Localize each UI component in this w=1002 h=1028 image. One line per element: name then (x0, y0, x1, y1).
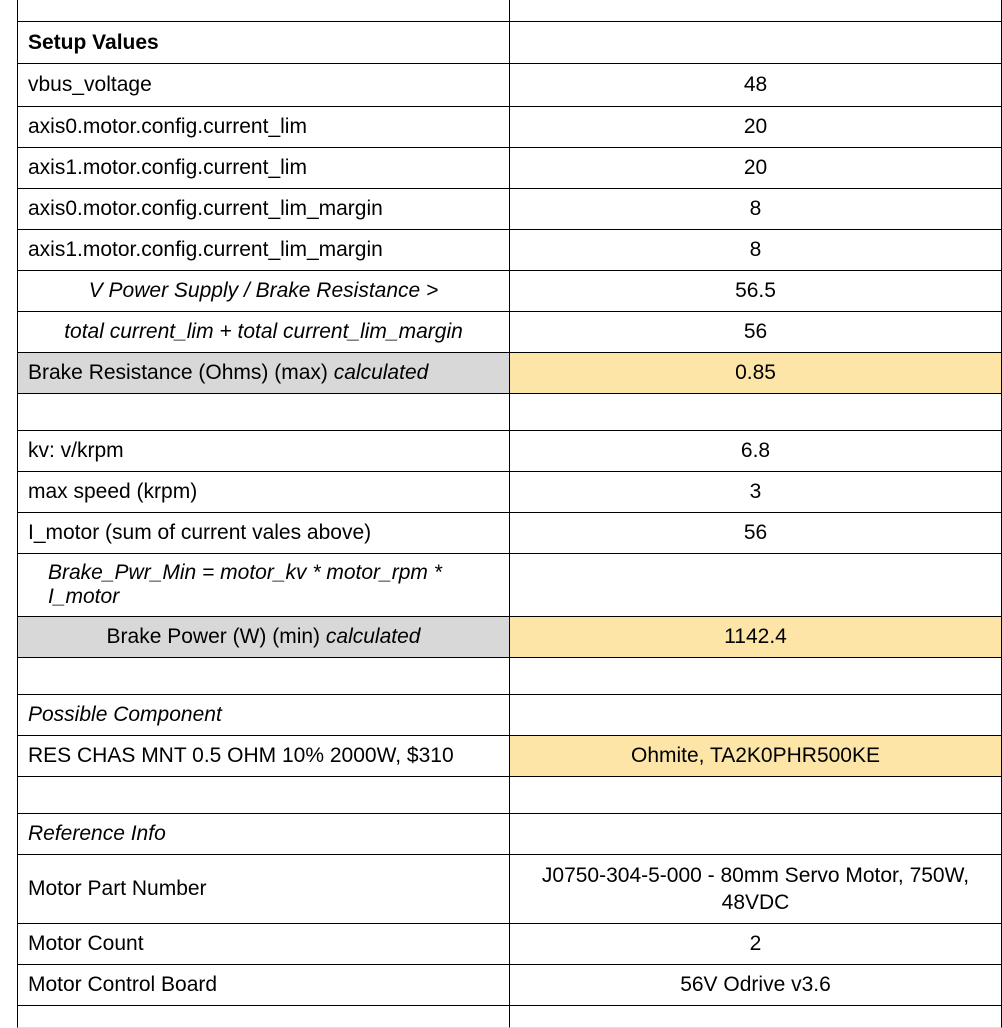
axis0-current-lim-margin-value-cell[interactable]: 8 (509, 188, 1002, 230)
vbus-voltage-value: 48 (744, 73, 767, 97)
vps-brake-label: V Power Supply / Brake Resistance > (89, 279, 439, 303)
brake-resistance-value-cell[interactable]: 0.85 (509, 352, 1002, 394)
setup-values-label: Setup Values (28, 29, 159, 56)
axis1-current-lim-margin-label-cell[interactable]: axis1.motor.config.current_lim_margin (17, 229, 510, 271)
cell-empty[interactable] (17, 1005, 510, 1028)
total-current-label: total current_lim + total current_lim_ma… (64, 320, 463, 344)
vps-brake-value: 56.5 (735, 279, 776, 303)
total-current-value-cell[interactable]: 56 (509, 311, 1002, 353)
brake-pwr-formula: Brake_Pwr_Min = motor_kv * motor_rpm * I… (48, 561, 499, 609)
total-current-label-cell[interactable]: total current_lim + total current_lim_ma… (17, 311, 510, 353)
brake-pwr-formula-cell[interactable]: Brake_Pwr_Min = motor_kv * motor_rpm * I… (17, 553, 510, 617)
component-part: Ohmite, TA2K0PHR500KE (631, 744, 880, 768)
axis1-current-lim-value-cell[interactable]: 20 (509, 147, 1002, 189)
vps-brake-value-cell[interactable]: 56.5 (509, 270, 1002, 312)
brake-resistance-value: 0.85 (735, 361, 776, 385)
cell-empty[interactable] (509, 21, 1002, 64)
axis0-current-lim-value: 20 (744, 115, 767, 139)
spacer-cell[interactable] (17, 776, 510, 814)
max-speed-label-cell[interactable]: max speed (krpm) (17, 471, 510, 513)
axis0-current-lim-margin-label: axis0.motor.config.current_lim_margin (28, 197, 383, 221)
brake-power-label-cell[interactable]: Brake Power (W) (min) calculated (17, 616, 510, 658)
i-motor-label: I_motor (sum of current vales above) (28, 521, 371, 545)
total-current-value: 56 (744, 320, 767, 344)
axis1-current-lim-value: 20 (744, 156, 767, 180)
possible-component-header: Possible Component (28, 703, 222, 727)
axis0-current-lim-label-cell[interactable]: axis0.motor.config.current_lim (17, 106, 510, 148)
component-part-cell[interactable]: Ohmite, TA2K0PHR500KE (509, 735, 1002, 777)
axis1-current-lim-label-cell[interactable]: axis1.motor.config.current_lim (17, 147, 510, 189)
control-board-label: Motor Control Board (28, 973, 217, 997)
brake-power-value: 1142.4 (724, 625, 787, 649)
cell-empty[interactable] (509, 813, 1002, 855)
setup-values-header[interactable]: Setup Values (17, 21, 510, 64)
max-speed-label: max speed (krpm) (28, 480, 197, 504)
cell-empty[interactable] (17, 0, 510, 22)
brake-power-label: Brake Power (W) (min) calculated (107, 625, 421, 649)
axis1-current-lim-margin-label: axis1.motor.config.current_lim_margin (28, 238, 383, 262)
motor-count-label: Motor Count (28, 932, 144, 956)
axis0-current-lim-label: axis0.motor.config.current_lim (28, 115, 307, 139)
motor-pn-label: Motor Part Number (28, 877, 207, 901)
motor-count-value: 2 (750, 932, 762, 956)
axis0-current-lim-value-cell[interactable]: 20 (509, 106, 1002, 148)
component-desc-cell[interactable]: RES CHAS MNT 0.5 OHM 10% 2000W, $310 (17, 735, 510, 777)
reference-info-header: Reference Info (28, 822, 166, 846)
vps-brake-label-cell[interactable]: V Power Supply / Brake Resistance > (17, 270, 510, 312)
spacer-cell[interactable] (509, 393, 1002, 431)
cell-empty[interactable] (509, 0, 1002, 22)
possible-component-header-cell[interactable]: Possible Component (17, 694, 510, 736)
brake-resistance-label-cell[interactable]: Brake Resistance (Ohms) (max) calculated (17, 352, 510, 394)
spacer-cell[interactable] (509, 657, 1002, 695)
motor-count-label-cell[interactable]: Motor Count (17, 923, 510, 965)
brake-power-value-cell[interactable]: 1142.4 (509, 616, 1002, 658)
axis1-current-lim-margin-value: 8 (750, 238, 762, 262)
vbus-voltage-value-cell[interactable]: 48 (509, 63, 1002, 106)
axis0-current-lim-margin-label-cell[interactable]: axis0.motor.config.current_lim_margin (17, 188, 510, 230)
reference-info-header-cell[interactable]: Reference Info (17, 813, 510, 855)
cell-empty[interactable] (509, 694, 1002, 736)
motor-pn-value: J0750-304-5-000 - 80mm Servo Motor, 750W… (520, 862, 991, 917)
i-motor-value: 56 (744, 521, 767, 545)
motor-pn-value-cell[interactable]: J0750-304-5-000 - 80mm Servo Motor, 750W… (509, 854, 1002, 925)
component-desc: RES CHAS MNT 0.5 OHM 10% 2000W, $310 (28, 744, 454, 768)
kv-value: 6.8 (741, 439, 770, 463)
max-speed-value: 3 (750, 480, 762, 504)
i-motor-value-cell[interactable]: 56 (509, 512, 1002, 554)
kv-label-cell[interactable]: kv: v/krpm (17, 430, 510, 472)
i-motor-label-cell[interactable]: I_motor (sum of current vales above) (17, 512, 510, 554)
vbus-voltage-label: vbus_voltage (28, 71, 152, 98)
cell-empty[interactable] (509, 553, 1002, 617)
kv-value-cell[interactable]: 6.8 (509, 430, 1002, 472)
brake-resistance-label: Brake Resistance (Ohms) (max) calculated (28, 361, 428, 385)
axis0-current-lim-margin-value: 8 (750, 197, 762, 221)
control-board-value: 56V Odrive v3.6 (680, 973, 831, 997)
motor-pn-label-cell[interactable]: Motor Part Number (17, 854, 510, 925)
spreadsheet: Setup Values vbus_voltage 48 axis0.motor… (0, 0, 1002, 1028)
axis1-current-lim-margin-value-cell[interactable]: 8 (509, 229, 1002, 271)
spacer-cell[interactable] (17, 657, 510, 695)
motor-count-value-cell[interactable]: 2 (509, 923, 1002, 965)
vbus-voltage-label-cell[interactable]: vbus_voltage (17, 63, 510, 106)
spacer-cell[interactable] (17, 393, 510, 431)
cell-empty[interactable] (509, 1005, 1002, 1028)
max-speed-value-cell[interactable]: 3 (509, 471, 1002, 513)
axis1-current-lim-label: axis1.motor.config.current_lim (28, 156, 307, 180)
kv-label: kv: v/krpm (28, 439, 124, 463)
spacer-cell[interactable] (509, 776, 1002, 814)
